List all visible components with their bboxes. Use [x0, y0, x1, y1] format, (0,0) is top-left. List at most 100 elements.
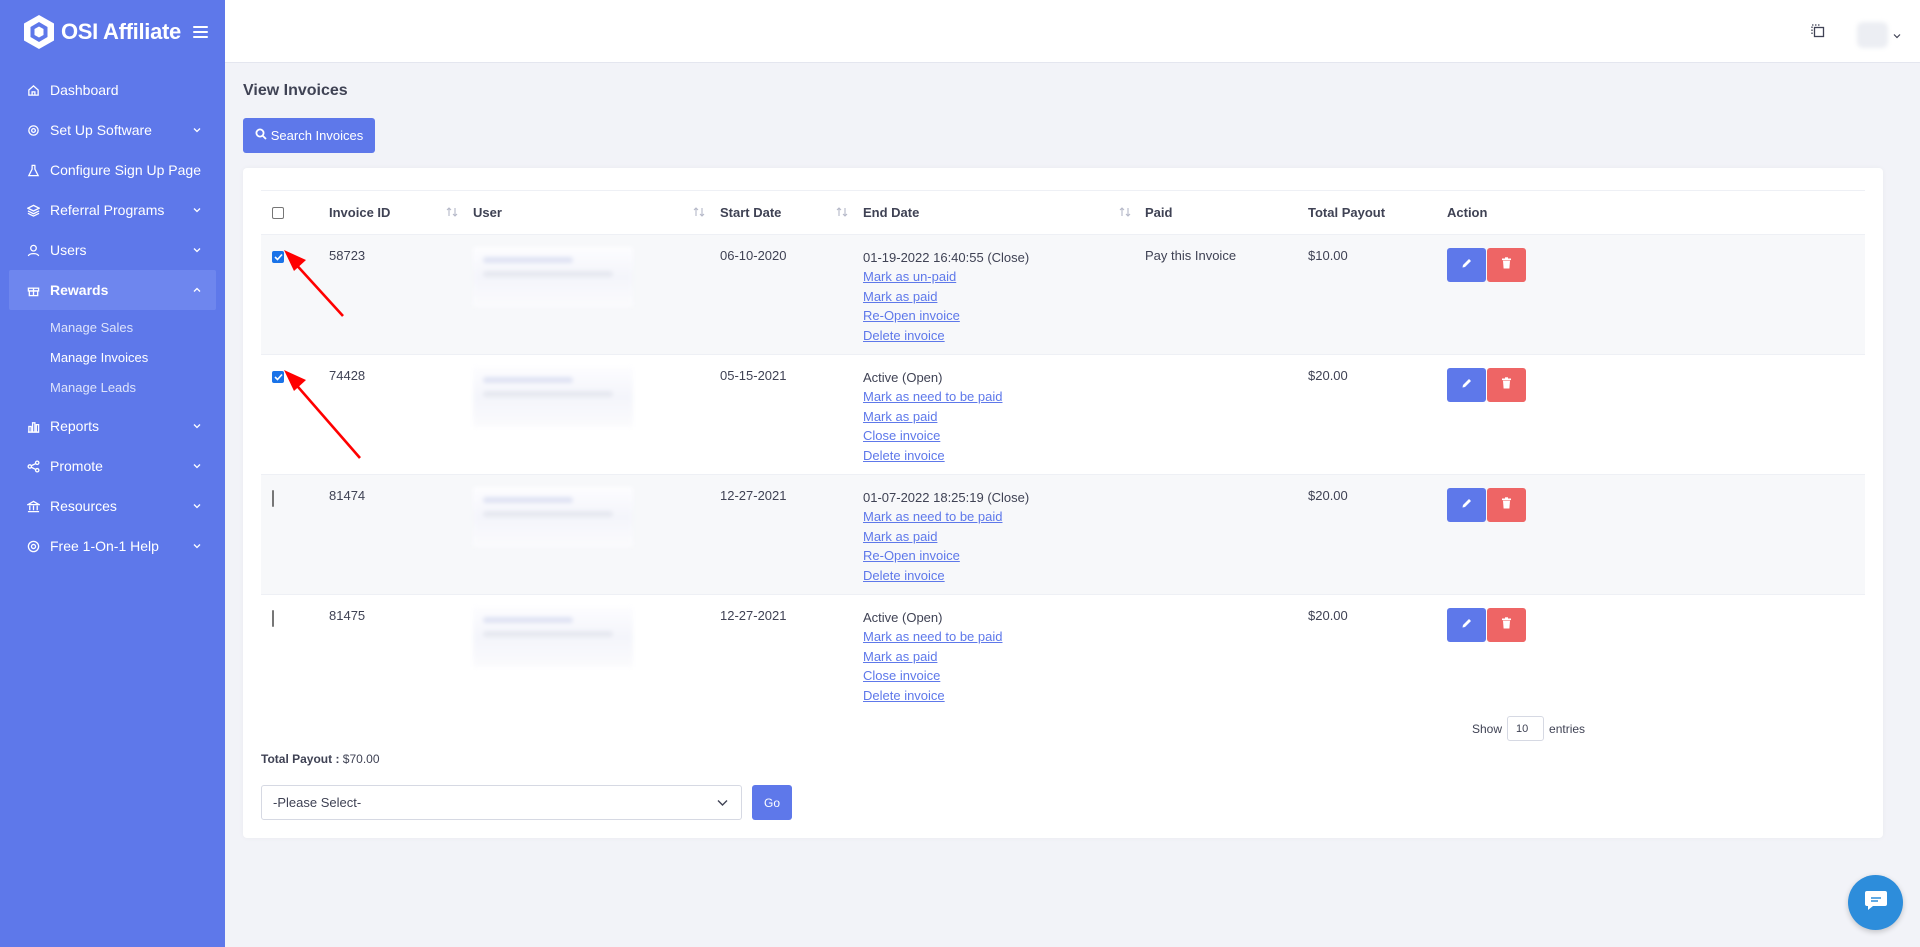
header-total-payout: Total Payout — [1308, 205, 1386, 220]
sidebar-item-referral-programs[interactable]: Referral Programs — [0, 190, 225, 230]
sidebar-item-set-up-software[interactable]: Set Up Software — [0, 110, 225, 150]
bulk-action-select[interactable]: -Please Select- — [261, 785, 742, 820]
delete-button[interactable] — [1487, 368, 1526, 402]
delete-button[interactable] — [1487, 488, 1526, 522]
user-redacted — [473, 607, 633, 667]
rewards-submenu: Manage Sales Manage Invoices Manage Lead… — [0, 310, 225, 406]
close-invoice-link[interactable]: Close invoice — [863, 666, 1002, 686]
sidebar-item-label: Referral Programs — [50, 202, 165, 218]
edit-button[interactable] — [1447, 488, 1486, 522]
chevron-down-icon — [193, 246, 201, 254]
sort-icon[interactable] — [692, 206, 706, 218]
osi-logo-icon[interactable] — [22, 14, 56, 50]
header-start-date[interactable]: Start Date — [720, 205, 781, 220]
invoice-status: 01-19-2022 16:40:55 (Close) — [863, 250, 1030, 265]
home-icon — [26, 83, 40, 97]
start-date: 12-27-2021 — [720, 608, 787, 623]
invoice-id: 81474 — [329, 488, 366, 503]
delete-invoice-link[interactable]: Delete invoice — [863, 566, 1029, 586]
delete-invoice-link[interactable]: Delete invoice — [863, 446, 1002, 466]
sidebar-item-promote[interactable]: Promote — [0, 446, 225, 486]
mark-unpaid-link[interactable]: Mark as un-paid — [863, 267, 1029, 287]
pay-invoice-link[interactable]: Pay this Invoice — [1145, 248, 1236, 263]
mark-need-to-be-paid-link[interactable]: Mark as need to be paid — [863, 387, 1002, 407]
mark-paid-link[interactable]: Mark as paid — [863, 527, 1029, 547]
user-redacted — [473, 367, 633, 427]
layout-toggle-icon[interactable] — [1810, 23, 1826, 39]
trash-icon — [1501, 496, 1512, 514]
delete-invoice-link[interactable]: Delete invoice — [863, 686, 1002, 706]
sidebar-item-reports[interactable]: Reports — [0, 406, 225, 446]
mark-need-to-be-paid-link[interactable]: Mark as need to be paid — [863, 507, 1029, 527]
mark-paid-link[interactable]: Mark as paid — [863, 647, 1002, 667]
row-checkbox[interactable] — [272, 490, 274, 507]
invoice-id: 81475 — [329, 608, 366, 623]
total-payout: $20.00 — [1308, 608, 1348, 623]
sidebar-item-label: Dashboard — [50, 82, 119, 98]
edit-button[interactable] — [1447, 248, 1486, 282]
sidebar-subitem-manage-leads[interactable]: Manage Leads — [0, 372, 225, 402]
edit-button[interactable] — [1447, 608, 1486, 642]
sort-icon[interactable] — [835, 206, 849, 218]
sidebar-item-users[interactable]: Users — [0, 230, 225, 270]
chat-widget-button[interactable] — [1848, 875, 1903, 930]
entries-input[interactable]: 10 — [1507, 716, 1545, 741]
edit-button[interactable] — [1447, 368, 1486, 402]
sidebar-item-dashboard[interactable]: Dashboard — [0, 70, 225, 110]
invoice-status: Active (Open) — [863, 370, 943, 385]
bar-chart-icon — [26, 419, 40, 433]
header-end-date[interactable]: End Date — [863, 205, 919, 220]
go-button[interactable]: Go — [752, 785, 792, 820]
close-invoice-link[interactable]: Close invoice — [863, 426, 1002, 446]
trash-icon — [1501, 616, 1512, 634]
reopen-invoice-link[interactable]: Re-Open invoice — [863, 306, 1029, 326]
sidebar-item-label: Resources — [50, 498, 117, 514]
delete-button[interactable] — [1487, 248, 1526, 282]
menu-toggle-icon[interactable] — [193, 26, 208, 38]
mark-paid-link[interactable]: Mark as paid — [863, 287, 1029, 307]
sidebar-subitem-manage-invoices[interactable]: Manage Invoices — [0, 342, 225, 372]
invoice-status: 01-07-2022 18:25:19 (Close) — [863, 490, 1030, 505]
end-date-cell: 01-19-2022 16:40:55 (Close) Mark as un-p… — [863, 248, 1029, 345]
select-all-checkbox[interactable] — [272, 206, 284, 219]
page-title: View Invoices — [243, 82, 348, 99]
header-invoice-id[interactable]: Invoice ID — [329, 205, 390, 220]
avatar[interactable] — [1857, 22, 1888, 48]
user-icon — [26, 243, 40, 257]
sidebar-item-rewards[interactable]: Rewards — [9, 270, 216, 310]
search-icon — [255, 128, 267, 143]
search-invoices-button[interactable]: Search Invoices — [243, 118, 375, 153]
sidebar-item-free-help[interactable]: Free 1-On-1 Help — [0, 526, 225, 566]
table-row: 81475 12-27-2021 Active (Open) Mark as n… — [261, 594, 1865, 714]
chevron-down-icon — [193, 462, 201, 470]
end-date-cell: Active (Open) Mark as need to be paid Ma… — [863, 608, 1002, 705]
invoices-table: Invoice ID User Start Date End Date Paid… — [261, 190, 1865, 714]
chevron-up-icon — [193, 286, 201, 294]
brand: OSI Affiliate — [0, 0, 225, 64]
reopen-invoice-link[interactable]: Re-Open invoice — [863, 546, 1029, 566]
sidebar-item-resources[interactable]: Resources — [0, 486, 225, 526]
chevron-down-icon — [193, 542, 201, 550]
delete-invoice-link[interactable]: Delete invoice — [863, 326, 1029, 346]
sidebar: OSI Affiliate Dashboard Set Up Software … — [0, 0, 225, 947]
gift-icon — [26, 283, 40, 297]
pencil-icon — [1461, 496, 1473, 514]
sidebar-item-configure-sign-up-page[interactable]: Configure Sign Up Page — [0, 150, 225, 190]
chevron-down-icon — [717, 795, 728, 810]
chevron-down-icon[interactable] — [1893, 27, 1901, 39]
trash-icon — [1501, 256, 1512, 274]
lifebuoy-icon — [26, 539, 40, 553]
chat-icon — [1864, 889, 1888, 916]
header-user[interactable]: User — [473, 205, 502, 220]
start-date: 06-10-2020 — [720, 248, 787, 263]
sort-icon[interactable] — [445, 206, 459, 218]
row-checkbox[interactable] — [272, 610, 274, 627]
mark-need-to-be-paid-link[interactable]: Mark as need to be paid — [863, 627, 1002, 647]
mark-paid-link[interactable]: Mark as paid — [863, 407, 1002, 427]
sidebar-subitem-manage-sales[interactable]: Manage Sales — [0, 312, 225, 342]
sort-icon[interactable] — [1118, 206, 1132, 218]
sidebar-item-label: Set Up Software — [50, 122, 152, 138]
delete-button[interactable] — [1487, 608, 1526, 642]
bulk-action-value: -Please Select- — [273, 795, 362, 810]
annotation-arrow — [284, 250, 344, 317]
